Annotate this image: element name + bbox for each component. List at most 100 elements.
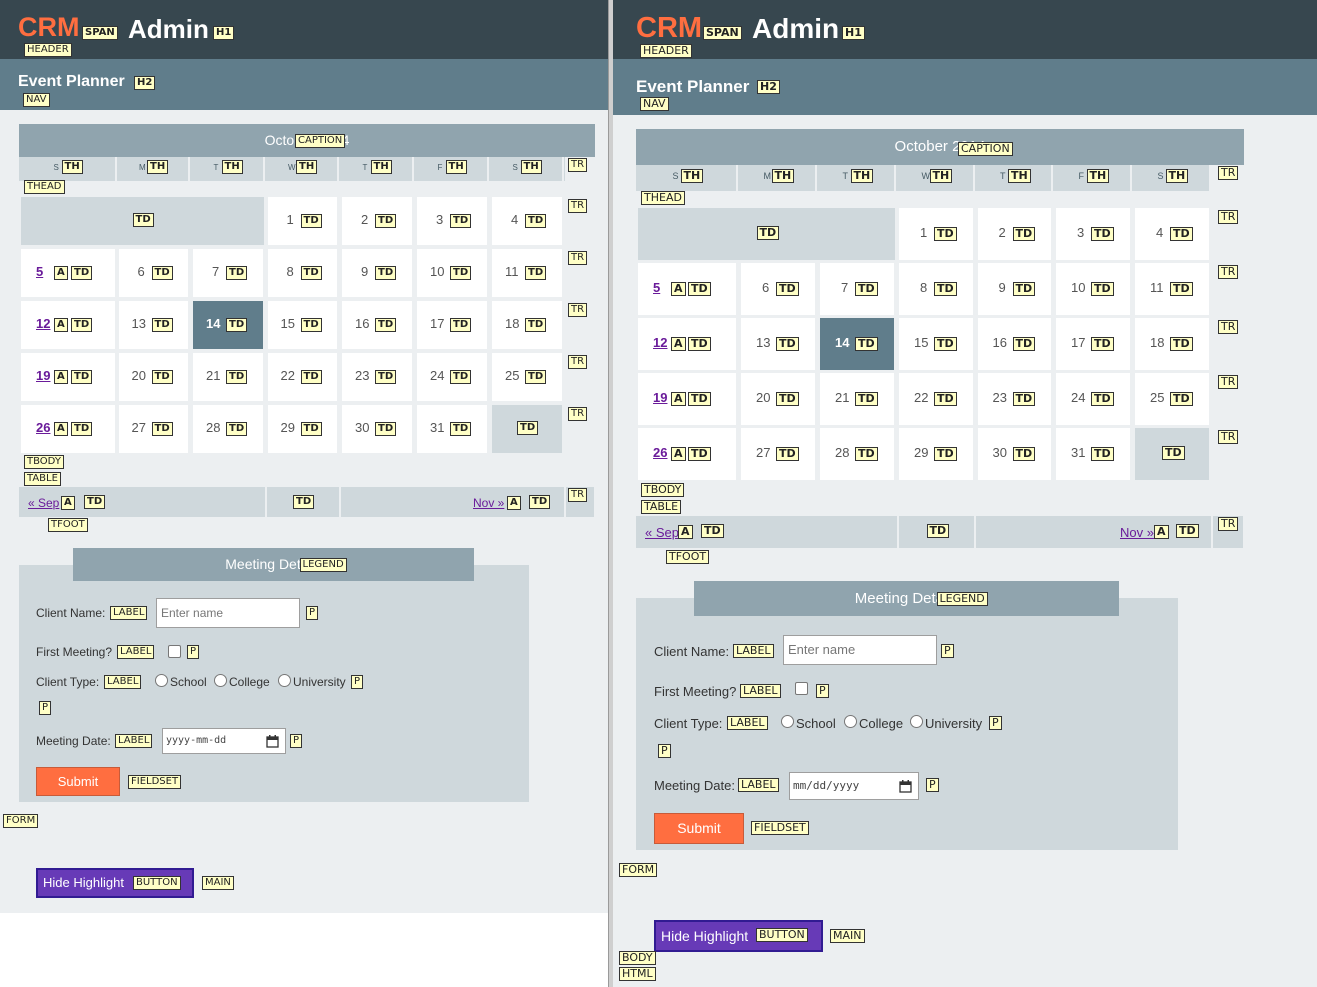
weekday-header: S — [53, 163, 59, 172]
day-link[interactable]: 19 — [653, 390, 667, 405]
tag-tbody: TBODY — [24, 455, 64, 469]
meeting-date-label: Meeting Date: — [654, 778, 735, 793]
day-link[interactable]: 5 — [36, 264, 43, 279]
calendar-caption: October 2014 — [636, 129, 1244, 165]
weekday-separator — [1209, 165, 1211, 191]
tag-tr: TR — [1218, 210, 1239, 224]
tag-thead: THEAD — [641, 191, 685, 205]
tag-td: TD — [450, 370, 472, 384]
client-type-radio-university[interactable] — [278, 674, 291, 687]
day-number: 2 — [998, 225, 1006, 240]
tag-td: TD — [226, 422, 248, 436]
tag-tr: TR — [1218, 265, 1239, 279]
fieldset-legend: Meeting Details — [73, 548, 474, 581]
weekday-separator — [487, 157, 489, 181]
footer-separator — [594, 487, 596, 517]
tag-h2: H2 — [757, 80, 780, 94]
tag-p: P — [989, 716, 1002, 730]
tag-th: TH — [520, 160, 542, 174]
right-screenshot-pane: CRM SPAN Admin H1 HEADER Event Planner H2 NAV Oc… — [613, 0, 1317, 987]
calendar-icon[interactable] — [899, 779, 912, 793]
tag-p: P — [306, 606, 319, 620]
client-name-input[interactable]: Enter name — [783, 635, 937, 665]
day-link[interactable]: 26 — [653, 445, 667, 460]
day-number: 9 — [361, 264, 369, 279]
tag-legend: LEGEND — [299, 557, 347, 572]
tag-p: P — [941, 644, 954, 658]
day-number: 6 — [137, 264, 145, 279]
tag-label: LABEL — [740, 684, 781, 698]
client-type-radio-university[interactable] — [910, 715, 923, 728]
tag-p: P — [658, 744, 671, 758]
tag-button: BUTTON — [756, 928, 808, 942]
day-number: 20 — [131, 368, 146, 383]
tag-header: HEADER — [640, 44, 692, 58]
tag-td: TD — [1170, 337, 1193, 351]
next-month-link[interactable]: Nov » — [473, 496, 504, 510]
tag-a: A — [54, 266, 68, 280]
tag-td: TD — [226, 266, 248, 280]
weekday-separator — [1051, 165, 1053, 191]
day-number: 31 — [1071, 445, 1086, 460]
tag-label: LABEL — [738, 778, 779, 792]
tag-td: TD — [293, 495, 315, 509]
first-meeting-checkbox[interactable] — [795, 682, 808, 695]
submit-button[interactable]: Submit — [36, 767, 120, 796]
tag-p: P — [351, 675, 364, 689]
prev-month-link[interactable]: « Sep — [645, 525, 679, 540]
day-link[interactable]: 12 — [36, 316, 50, 331]
weekday-separator — [562, 157, 564, 181]
prev-month-link[interactable]: « Sep — [28, 496, 59, 510]
day-number: 29 — [914, 445, 929, 460]
tag-tr: TR — [568, 488, 588, 502]
client-type-radio-college[interactable] — [214, 674, 227, 687]
tag-td: TD — [226, 370, 248, 384]
tag-a: A — [54, 318, 68, 332]
day-link[interactable]: 19 — [36, 368, 50, 383]
first-meeting-checkbox[interactable] — [168, 645, 181, 658]
tag-td: TD — [688, 447, 711, 461]
tag-caption: CAPTION — [958, 142, 1013, 156]
tag-tfoot: TFOOT — [666, 550, 710, 564]
tag-html: HTML — [619, 967, 656, 981]
client-type-option-label: College — [229, 675, 270, 689]
tag-tr: TR — [1218, 375, 1239, 389]
weekday-header: T — [1000, 171, 1006, 181]
weekday-separator — [815, 165, 817, 191]
day-number: 16 — [992, 335, 1007, 350]
tag-td: TD — [1170, 392, 1193, 406]
tag-h1: H1 — [213, 26, 235, 40]
day-link[interactable]: 26 — [36, 420, 50, 435]
next-month-link[interactable]: Nov » — [1120, 525, 1154, 540]
day-number: 10 — [1071, 280, 1086, 295]
client-type-radio-school[interactable] — [155, 674, 168, 687]
tag-a: A — [671, 392, 686, 406]
weekday-separator — [736, 165, 738, 191]
tag-th: TH — [147, 160, 169, 174]
tag-td: TD — [934, 447, 957, 461]
client-type-radio-school[interactable] — [781, 715, 794, 728]
client-type-label: Client Type: — [36, 675, 100, 689]
client-name-input[interactable]: Enter name — [156, 598, 300, 628]
calendar-icon[interactable] — [266, 734, 279, 748]
weekday-header: F — [437, 163, 443, 172]
tag-h1: H1 — [842, 26, 865, 40]
tag-td: TD — [300, 422, 322, 436]
client-type-option-label: School — [170, 675, 207, 689]
weekday-header: T — [842, 171, 849, 181]
submit-button[interactable]: Submit — [654, 813, 744, 844]
tag-td: TD — [1091, 282, 1114, 296]
tag-a: A — [54, 370, 68, 384]
tag-fieldset: FIELDSET — [128, 775, 182, 789]
day-number: 11 — [1150, 280, 1164, 295]
tag-td: TD — [517, 421, 539, 435]
day-link[interactable]: 5 — [653, 280, 660, 295]
tag-td: TD — [525, 266, 547, 280]
day-number: 28 — [835, 445, 850, 460]
tag-td: TD — [855, 447, 878, 461]
day-link[interactable]: 12 — [653, 335, 667, 350]
tag-tbody: TBODY — [641, 483, 685, 497]
brand-logo: CRM — [636, 12, 703, 44]
client-type-radio-college[interactable] — [844, 715, 857, 728]
tag-td: TD — [71, 318, 93, 332]
